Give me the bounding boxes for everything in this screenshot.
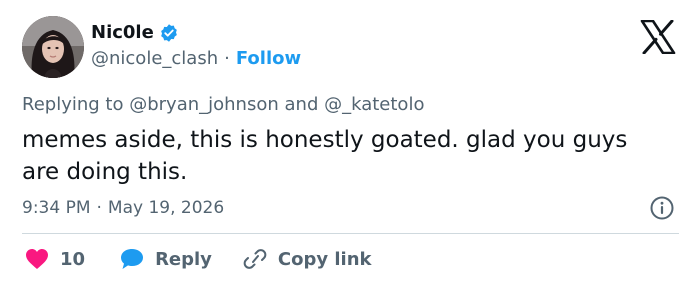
speech-bubble-icon <box>119 247 145 271</box>
tweet-timestamp[interactable]: 9:34 PM · May 19, 2026 <box>22 198 224 218</box>
like-count: 10 <box>60 248 86 270</box>
reply-conjunction: and <box>284 94 319 115</box>
tweet-date: May 19, 2026 <box>107 198 225 218</box>
follow-button[interactable]: Follow <box>236 48 301 69</box>
tweet-text: memes aside, this is honestly goated. gl… <box>22 127 628 185</box>
x-logo-icon[interactable] <box>640 20 676 54</box>
copy-link-button[interactable]: Copy link <box>242 247 372 271</box>
copy-link-label: Copy link <box>277 248 372 270</box>
separator-dot: · <box>96 198 102 218</box>
info-icon[interactable] <box>649 195 675 221</box>
separator-dot: · <box>224 48 230 69</box>
reply-context: Replying to @bryan_johnson and @_katetol… <box>22 94 424 115</box>
author-handle[interactable]: @nicole_clash <box>91 48 218 69</box>
mention-link-2[interactable]: @_katetolo <box>324 94 424 115</box>
mention-link-1[interactable]: @bryan_johnson <box>129 94 279 115</box>
action-bar: 10 Reply Copy link <box>24 247 372 271</box>
reply-button[interactable]: Reply <box>119 247 212 271</box>
verified-badge-icon <box>159 23 179 43</box>
avatar-image <box>22 16 84 78</box>
author-display-name[interactable]: Nic0le <box>91 22 154 43</box>
reply-label: Reply <box>155 248 212 270</box>
author-name-row: Nic0le <box>91 22 179 43</box>
like-button[interactable]: 10 <box>24 247 85 271</box>
avatar[interactable] <box>22 16 84 78</box>
tweet-time: 9:34 PM <box>22 198 91 218</box>
reply-prefix: Replying to <box>22 94 124 115</box>
heart-icon <box>24 247 50 271</box>
divider <box>22 233 679 234</box>
author-handle-row: @nicole_clash · Follow <box>91 48 301 69</box>
link-icon <box>242 247 268 271</box>
